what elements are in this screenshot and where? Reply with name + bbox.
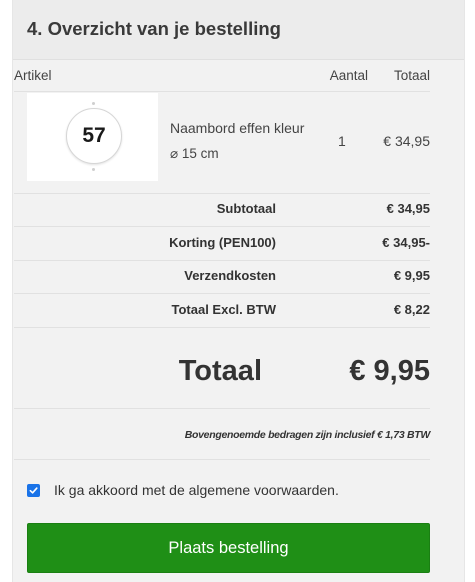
checkmark-icon <box>29 486 38 494</box>
shipping-label: Verzendkosten <box>184 268 276 283</box>
place-order-button[interactable]: Plaats bestelling <box>27 523 430 573</box>
subtotal-row: Subtotaal € 34,95 <box>14 201 430 225</box>
section-title: 4. Overzicht van je bestelling <box>27 18 281 39</box>
divider <box>14 193 430 194</box>
section-header: 4. Overzicht van je bestelling <box>13 0 464 60</box>
table-header: Artikel Aantal Totaal <box>14 68 430 88</box>
terms-label[interactable]: Ik ga akkoord met de algemene voorwaarde… <box>54 482 339 498</box>
total-excl-vat-label: Totaal Excl. BTW <box>171 302 277 317</box>
grand-total-value: € 9,95 <box>349 355 430 387</box>
discount-value: € 34,95- <box>382 235 430 250</box>
screw-dot <box>92 168 95 171</box>
divider <box>14 327 430 328</box>
subtotal-value: € 34,95 <box>386 201 430 216</box>
column-header-quantity: Aantal <box>329 68 368 83</box>
shipping-row: Verzendkosten € 9,95 <box>14 268 430 292</box>
shipping-value: € 9,95 <box>393 268 430 283</box>
terms-agreement: Ik ga akkoord met de algemene voorwaarde… <box>27 481 339 499</box>
product-total: € 34,95 <box>383 133 430 149</box>
grand-total-label: Totaal <box>178 355 262 387</box>
product-name: Naambord effen kleur <box>170 120 305 136</box>
screw-dot <box>92 102 95 105</box>
divider <box>14 226 430 227</box>
product-quantity: 1 <box>338 133 346 149</box>
divider <box>14 459 430 460</box>
column-header-article: Artikel <box>14 68 52 83</box>
vat-note: Bovengenoemde bedragen zijn inclusief € … <box>184 429 431 441</box>
house-number-plate: 57 <box>66 108 122 164</box>
terms-checkbox[interactable] <box>27 483 40 497</box>
divider <box>14 408 430 409</box>
subtotal-label: Subtotaal <box>216 201 276 216</box>
total-excl-vat-value: € 8,22 <box>393 302 430 317</box>
total-excl-vat-row: Totaal Excl. BTW € 8,22 <box>14 302 431 326</box>
product-image: 57 <box>27 93 158 181</box>
column-header-total: Totaal <box>393 68 430 83</box>
divider <box>14 260 430 261</box>
divider <box>14 293 430 294</box>
divider <box>14 91 430 92</box>
product-size: ⌀ 15 cm <box>170 146 219 161</box>
discount-label: Korting (PEN100) <box>169 235 276 250</box>
discount-row: Korting (PEN100) € 34,95- <box>14 235 430 259</box>
